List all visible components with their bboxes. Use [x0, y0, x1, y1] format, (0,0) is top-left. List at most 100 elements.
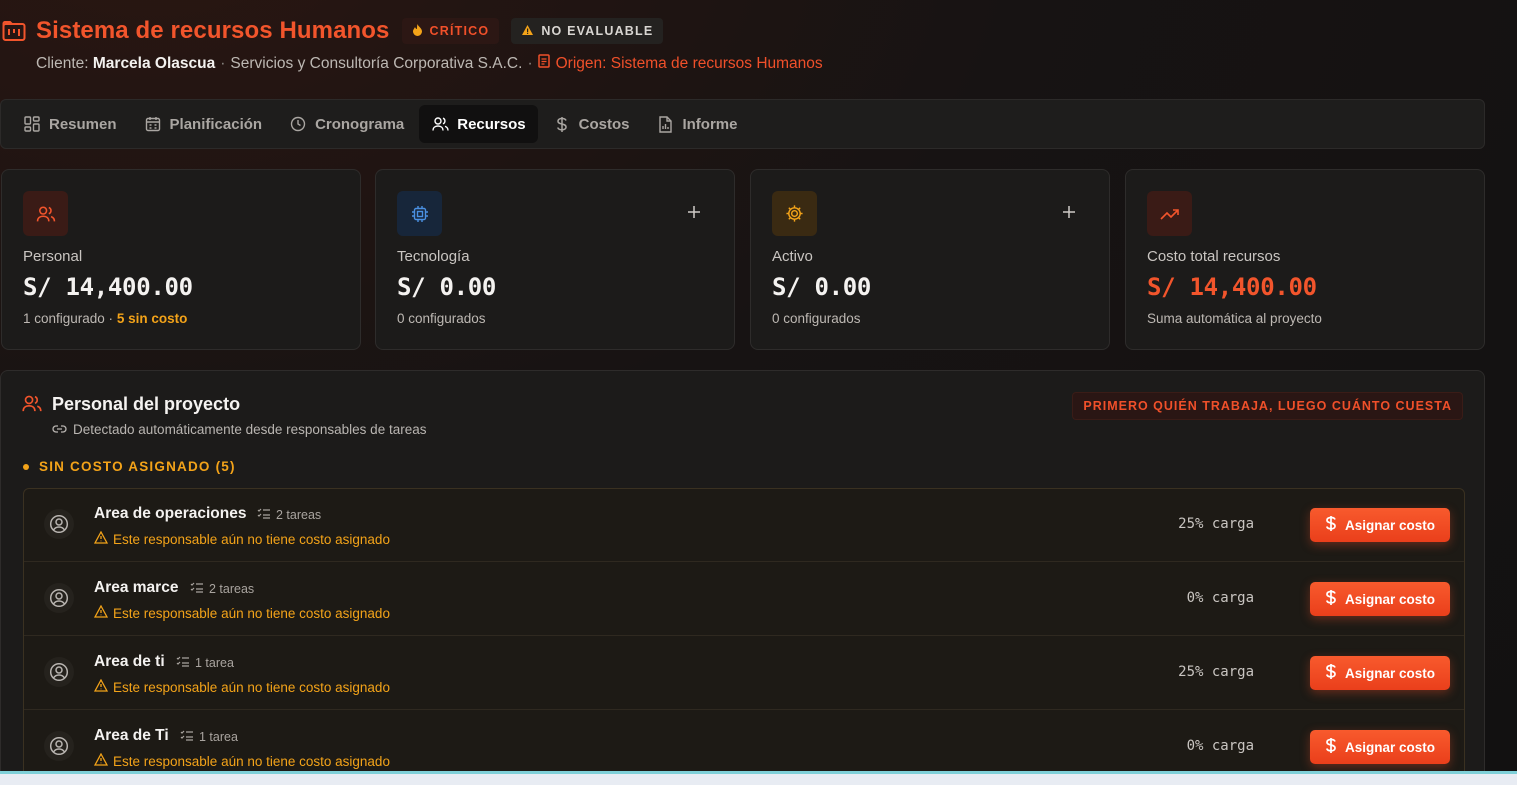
no-cost-warning: Este responsable aún no tiene costo asig… [93, 530, 390, 547]
add-activo-button[interactable] [1059, 202, 1079, 222]
task-count-label: 2 tareas [276, 508, 322, 522]
no-cost-warning-text: Este responsable aún no tiene costo asig… [113, 605, 390, 621]
no-cost-warning: Este responsable aún no tiene costo asig… [93, 678, 390, 695]
workload-value: 0% carga [1186, 590, 1254, 606]
tab-planificacion[interactable]: Planificación [132, 105, 275, 143]
no-cost-warning: Este responsable aún no tiene costo asig… [93, 604, 390, 621]
page-header: Sistema de recursos Humanos CRÍTICO NO E… [0, 14, 1517, 73]
card-personal-note-text: 1 configurado · [23, 311, 114, 326]
task-count: 2 tareas [257, 508, 321, 522]
responsable-name: Area de Ti [94, 727, 169, 744]
calendar-icon [144, 115, 162, 133]
assign-cost-button[interactable]: Asignar costo [1310, 730, 1450, 764]
assign-cost-label: Asignar costo [1344, 665, 1436, 681]
trending-up-icon [1147, 191, 1192, 236]
report-icon [656, 115, 674, 133]
responsable-name: Area de operaciones [94, 505, 247, 522]
gear-icon [772, 191, 817, 236]
panel-subtitle: Detectado automáticamente desde responsa… [52, 422, 426, 437]
section-sin-costo: SIN COSTO ASIGNADO (5) [23, 459, 236, 474]
user-circle-icon [44, 731, 74, 761]
responsable-name: Area marce [94, 579, 179, 596]
origin-label: Origen: Sistema de recursos Humanos [555, 54, 823, 72]
warning-icon [93, 530, 109, 547]
document-icon [537, 54, 550, 73]
resource-summary-cards: Personal S/ 14,400.00 1 configurado · 5 … [0, 169, 1485, 350]
project-meta: Cliente: Marcela Olascua · Servicios y C… [36, 54, 823, 73]
origin-link[interactable]: Origen: Sistema de recursos Humanos [537, 54, 823, 73]
user-circle-icon [44, 657, 74, 687]
dollar-icon [1325, 663, 1337, 683]
status-badge-critical-label: CRÍTICO [429, 24, 490, 38]
tab-planificacion-label: Planificación [169, 115, 263, 133]
status-badge-noeval-label: NO EVALUABLE [541, 24, 654, 38]
card-costo-total-value: S/ 14,400.00 [1147, 273, 1317, 301]
add-tecnologia-button[interactable] [684, 202, 704, 222]
workload-value: 25% carga [1178, 516, 1254, 532]
list-check-icon [176, 656, 190, 670]
no-cost-warning: Este responsable aún no tiene costo asig… [93, 752, 390, 769]
card-activo-label: Activo [772, 248, 813, 265]
card-personal-note: 1 configurado · 5 sin costo [23, 311, 187, 326]
grid-icon [23, 115, 41, 133]
panel-subtitle-text: Detectado automáticamente desde responsa… [73, 422, 427, 437]
list-item: Area de ti 1 tarea Este responsable aún … [24, 637, 1464, 710]
card-tecnologia-label: Tecnología [397, 248, 470, 265]
no-cost-warning-text: Este responsable aún no tiene costo asig… [113, 753, 390, 769]
tab-informe[interactable]: Informe [644, 105, 749, 143]
card-personal-value: S/ 14,400.00 [23, 273, 193, 301]
company-name: Servicios y Consultoría Corporativa S.A.… [230, 54, 523, 72]
card-personal-note-warning: 5 sin costo [116, 311, 188, 326]
no-cost-warning-text: Este responsable aún no tiene costo asig… [113, 531, 390, 547]
card-tecnologia-value: S/ 0.00 [397, 273, 497, 301]
no-cost-warning-text: Este responsable aún no tiene costo asig… [113, 679, 390, 695]
status-badge-critical: CRÍTICO [401, 18, 500, 44]
assign-cost-button[interactable]: Asignar costo [1310, 508, 1450, 542]
task-count: 1 tarea [176, 656, 234, 670]
tab-recursos-label: Recursos [457, 115, 526, 133]
list-check-icon [190, 582, 204, 596]
assign-cost-label: Asignar costo [1344, 517, 1436, 533]
task-count: 1 tarea [180, 730, 238, 744]
tab-recursos[interactable]: Recursos [419, 105, 538, 143]
task-count-label: 1 tarea [199, 730, 238, 744]
list-item: Area de operaciones 2 tareas Este respon… [24, 489, 1464, 562]
card-activo-value: S/ 0.00 [772, 273, 872, 301]
section-sin-costo-label: SIN COSTO ASIGNADO (5) [39, 459, 236, 474]
warning-icon [93, 752, 109, 769]
tab-informe-label: Informe [682, 115, 738, 133]
tab-bar: Resumen Planificación Cronograma Recurso… [0, 99, 1485, 149]
users-icon [431, 115, 449, 133]
tab-resumen[interactable]: Resumen [11, 105, 129, 143]
card-personal: Personal S/ 14,400.00 1 configurado · 5 … [1, 169, 361, 350]
assign-cost-label: Asignar costo [1344, 591, 1436, 607]
link-icon [52, 422, 67, 437]
list-check-icon [257, 508, 271, 522]
tab-cronograma-label: Cronograma [315, 115, 405, 133]
task-count-label: 1 tarea [195, 656, 234, 670]
list-item: Area marce 2 tareas Este responsable aún… [24, 563, 1464, 636]
card-costo-total-label: Costo total recursos [1147, 248, 1281, 265]
warning-icon [93, 678, 109, 695]
workload-value: 0% carga [1186, 738, 1254, 754]
flame-icon [412, 23, 423, 39]
status-badge-noeval: NO EVALUABLE [511, 18, 664, 44]
client-prefix: Cliente: [36, 54, 89, 72]
list-check-icon [180, 730, 194, 744]
workload-value: 25% carga [1178, 664, 1254, 680]
assign-cost-button[interactable]: Asignar costo [1310, 656, 1450, 690]
chip-icon [397, 191, 442, 236]
tab-costos[interactable]: Costos [541, 105, 642, 143]
personal-panel: Personal del proyecto Detectado automáti… [0, 370, 1485, 785]
card-personal-label: Personal [23, 248, 83, 265]
tab-resumen-label: Resumen [49, 115, 117, 133]
panel-title: Personal del proyecto [52, 394, 241, 414]
dollar-icon [1325, 515, 1337, 535]
tab-cronograma[interactable]: Cronograma [277, 105, 416, 143]
responsable-name: Area de ti [94, 653, 165, 670]
assign-cost-button[interactable]: Asignar costo [1310, 582, 1450, 616]
task-count: 2 tareas [190, 582, 254, 596]
dollar-icon [1325, 589, 1337, 609]
user-circle-icon [44, 583, 74, 613]
dollar-icon [553, 115, 571, 133]
